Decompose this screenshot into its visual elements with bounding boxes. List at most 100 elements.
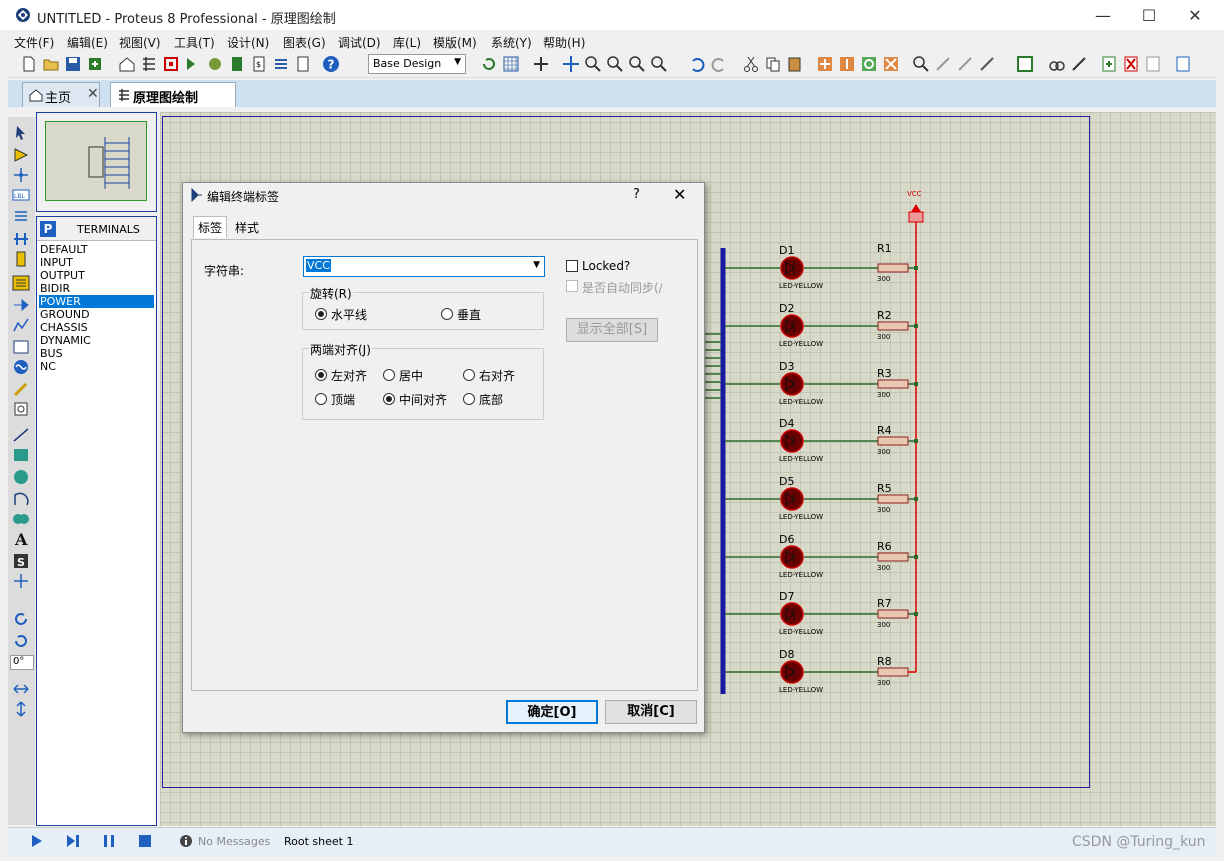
menu-edit[interactable]: 编辑(E) <box>67 34 108 51</box>
grid-toggle-icon[interactable] <box>502 55 520 73</box>
locked-checkbox[interactable] <box>566 260 578 272</box>
list-item[interactable]: DEFAULT <box>39 243 154 256</box>
list-item[interactable]: OUTPUT <box>39 269 154 282</box>
tab-label[interactable]: 标签 <box>193 216 228 238</box>
menu-debug[interactable]: 调试(D) <box>338 34 381 51</box>
paste-icon[interactable] <box>786 55 804 73</box>
pick-device-icon[interactable] <box>912 55 930 73</box>
make-device-icon[interactable] <box>934 55 952 73</box>
block-move-icon[interactable] <box>838 55 856 73</box>
zoom-in-icon[interactable] <box>584 55 602 73</box>
radio-centre[interactable] <box>383 369 395 381</box>
block-copy-icon[interactable] <box>816 55 834 73</box>
menu-library[interactable]: 库(L) <box>393 34 421 51</box>
tab-style[interactable]: 样式 <box>231 217 263 237</box>
list-item[interactable]: CHASSIS <box>39 321 154 334</box>
auto-sync-checkbox[interactable] <box>566 280 578 292</box>
home-icon[interactable] <box>118 55 136 73</box>
close-icon[interactable]: ✕ <box>87 86 99 102</box>
3d-viewer-icon[interactable] <box>206 55 224 73</box>
path-tool-icon[interactable] <box>12 511 30 527</box>
tape-recorder-icon[interactable] <box>12 339 30 355</box>
property-assignment-icon[interactable] <box>1070 55 1088 73</box>
list-item-selected[interactable]: POWER <box>39 295 154 308</box>
bom-icon[interactable]: $ <box>250 55 268 73</box>
design-variant-select[interactable]: Base Design ▼ <box>368 54 466 74</box>
radio-vertical[interactable] <box>441 308 453 320</box>
text-tool-icon[interactable]: A <box>12 531 30 547</box>
gerber-icon[interactable] <box>228 55 246 73</box>
step-icon[interactable] <box>66 834 80 848</box>
close-icon[interactable]: ✕ <box>673 185 686 204</box>
undo-icon[interactable] <box>688 55 706 73</box>
simulation-icon[interactable] <box>184 55 202 73</box>
marker-tool-icon[interactable] <box>12 573 30 589</box>
pan-icon[interactable] <box>562 55 580 73</box>
exit-to-parent-icon[interactable] <box>1144 55 1162 73</box>
refresh-icon[interactable] <box>480 55 498 73</box>
virtual-instruments-icon[interactable] <box>12 401 30 417</box>
import-icon[interactable] <box>86 55 104 73</box>
pick-button[interactable]: P <box>40 221 56 237</box>
box-tool-icon[interactable] <box>12 447 30 463</box>
menu-template[interactable]: 模版(M) <box>433 34 477 51</box>
close-button[interactable]: ✕ <box>1172 0 1218 30</box>
string-combobox[interactable]: VCC ▼ <box>303 256 545 277</box>
radio-bottom[interactable] <box>463 393 475 405</box>
graph-mode-icon[interactable] <box>12 317 30 333</box>
symbol-tool-icon[interactable]: S <box>12 553 30 569</box>
new-sheet-icon[interactable] <box>1100 55 1118 73</box>
pcb-icon[interactable] <box>162 55 180 73</box>
zoom-area-icon[interactable] <box>650 55 668 73</box>
arc-tool-icon[interactable] <box>12 491 30 507</box>
messages-status[interactable]: No Messages <box>198 835 270 848</box>
decompose-icon[interactable] <box>978 55 996 73</box>
voltage-probe-icon[interactable] <box>12 381 30 397</box>
circle-tool-icon[interactable] <box>12 469 30 485</box>
menu-help[interactable]: 帮助(H) <box>543 34 585 51</box>
block-rotate-icon[interactable] <box>860 55 878 73</box>
wire-label-icon[interactable]: LBL <box>12 187 30 203</box>
design-explorer-icon[interactable] <box>272 55 290 73</box>
list-item[interactable]: INPUT <box>39 256 154 269</box>
help-button[interactable]: ? <box>633 187 640 202</box>
maximize-button[interactable]: ☐ <box>1126 0 1172 30</box>
list-item[interactable]: BIDIR <box>39 282 154 295</box>
notes-icon[interactable] <box>294 55 312 73</box>
radio-right[interactable] <box>463 369 475 381</box>
terminals-mode-icon[interactable] <box>12 275 30 291</box>
list-item[interactable]: NC <box>39 360 154 373</box>
menu-design[interactable]: 设计(N) <box>227 34 269 51</box>
help-icon[interactable]: ? <box>322 55 340 73</box>
redo-icon[interactable] <box>710 55 728 73</box>
zoom-out-icon[interactable] <box>606 55 624 73</box>
block-delete-icon[interactable] <box>882 55 900 73</box>
list-item[interactable]: BUS <box>39 347 154 360</box>
new-file-icon[interactable] <box>20 55 38 73</box>
junction-dot-icon[interactable] <box>12 167 30 183</box>
menu-graph[interactable]: 图表(G) <box>283 34 326 51</box>
radio-left[interactable] <box>315 369 327 381</box>
zoom-all-icon[interactable] <box>628 55 646 73</box>
buses-icon[interactable] <box>12 231 30 247</box>
cancel-button[interactable]: 取消[C] <box>605 700 697 724</box>
list-item[interactable]: DYNAMIC <box>39 334 154 347</box>
rotate-anticlockwise-icon[interactable] <box>12 633 30 649</box>
tab-schematic[interactable]: 原理图绘制 <box>110 82 236 107</box>
radio-horizontal[interactable] <box>315 308 327 320</box>
list-item[interactable]: GROUND <box>39 308 154 321</box>
device-pins-icon[interactable] <box>12 297 30 313</box>
menu-system[interactable]: 系统(Y) <box>491 34 532 51</box>
stop-icon[interactable] <box>138 834 152 848</box>
generator-icon[interactable] <box>12 359 30 375</box>
origin-icon[interactable] <box>532 55 550 73</box>
design-notes-icon[interactable] <box>1174 55 1192 73</box>
tab-home[interactable]: 主页 ✕ <box>22 82 100 107</box>
overview-window[interactable] <box>36 112 157 212</box>
packaging-icon[interactable] <box>956 55 974 73</box>
remove-sheet-icon[interactable] <box>1122 55 1140 73</box>
ok-button[interactable]: 确定[O] <box>506 700 598 724</box>
line-tool-icon[interactable] <box>12 427 30 443</box>
show-all-button[interactable]: 显示全部[S] <box>566 318 658 342</box>
menu-tools[interactable]: 工具(T) <box>174 34 215 51</box>
